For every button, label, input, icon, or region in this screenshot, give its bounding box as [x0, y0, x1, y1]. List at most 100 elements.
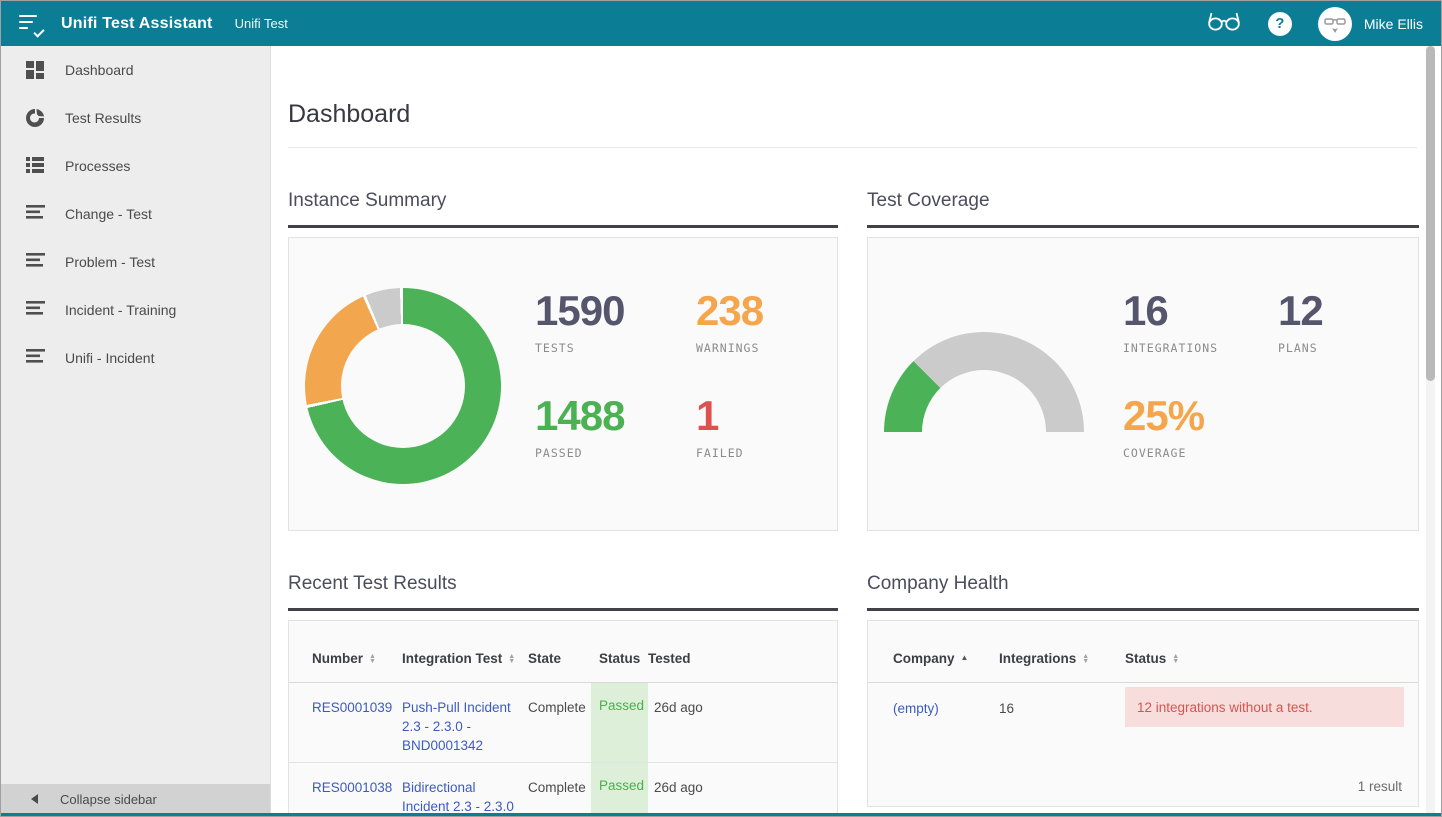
sort-icon[interactable]: ▲▼ [369, 654, 376, 664]
column-header-number[interactable]: Number ▲▼ [312, 651, 402, 666]
glasses-icon[interactable] [1206, 10, 1242, 37]
app-title: Unifi Test Assistant [61, 15, 213, 33]
sidebar-item-problem-test[interactable]: Problem - Test [1, 238, 270, 286]
column-header-company[interactable]: Company ▲ [893, 651, 999, 666]
column-header-tested[interactable]: Tested [648, 651, 704, 666]
app-subtitle: Unifi Test [235, 16, 288, 31]
menu-check-icon[interactable] [19, 13, 45, 35]
dashboard-icon [26, 61, 46, 79]
stat-value: 1488 [535, 393, 696, 439]
section-title: Company Health [867, 573, 1419, 595]
section-rule [867, 608, 1419, 611]
result-number-link[interactable]: RES0001038 [312, 780, 392, 795]
column-header-label: Status [599, 651, 640, 666]
stat-value: 1590 [535, 288, 696, 334]
list-icon [26, 157, 46, 175]
instance-summary-card: 1590 TESTS 238 WARNINGS 1488 PASSED 1 [288, 237, 838, 531]
test-coverage-section: Test Coverage 16 INTEGRATIONS 12 PLANS [867, 148, 1419, 531]
tested-cell: 26d ago [648, 683, 704, 762]
sort-icon[interactable]: ▲▼ [1082, 654, 1089, 664]
vertical-scrollbar[interactable] [1426, 46, 1435, 816]
test-coverage-card: 16 INTEGRATIONS 12 PLANS 25% COVERAGE [867, 237, 1419, 531]
app-window: Unifi Test Assistant Unifi Test ? [0, 0, 1442, 817]
sort-ascending-icon[interactable]: ▲ [961, 653, 969, 662]
status-cell: Passed [591, 763, 648, 816]
sidebar-item-dashboard[interactable]: Dashboard [1, 46, 270, 94]
column-header-integration-test[interactable]: Integration Test ▲▼ [402, 651, 528, 666]
stat-value: 1 [696, 393, 763, 439]
sort-icon[interactable]: ▲▼ [508, 654, 515, 664]
bottom-accent-strip [1, 813, 1441, 816]
table-row: RES0001038 Bidirectional Incident 2.3 - … [289, 763, 837, 816]
company-health-card: Company ▲ Integrations ▲▼ Status ▲▼ [867, 620, 1419, 807]
section-title: Test Coverage [867, 190, 1419, 212]
sidebar-item-label: Change - Test [65, 206, 152, 222]
sidebar-item-label: Processes [65, 158, 130, 174]
tests-donut-chart [305, 288, 501, 484]
sort-icon[interactable]: ▲▼ [1172, 654, 1179, 664]
main-content: Dashboard Instance Summary 1590 TESTS 23… [271, 46, 1441, 816]
column-header-integrations[interactable]: Integrations ▲▼ [999, 651, 1125, 666]
stat-value: 238 [696, 288, 763, 334]
scrollbar-thumb[interactable] [1426, 46, 1435, 381]
sidebar-item-label: Unifi - Incident [65, 350, 154, 366]
process-lines-icon [26, 253, 46, 271]
column-header-label: State [528, 651, 561, 666]
company-health-section: Company Health Company ▲ Integrations ▲▼ [867, 531, 1419, 816]
stat-label: COVERAGE [1123, 446, 1278, 460]
process-lines-icon [26, 349, 46, 367]
section-rule [288, 225, 838, 228]
instance-summary-section: Instance Summary 1590 TESTS 238 WARNINGS [288, 148, 838, 531]
stat-failed: 1 FAILED [696, 393, 763, 460]
collapse-sidebar-button[interactable]: Collapse sidebar [1, 784, 270, 814]
table-header-row: Number ▲▼ Integration Test ▲▼ State Stat… [289, 621, 837, 683]
sidebar-item-label: Problem - Test [65, 254, 155, 270]
section-title: Instance Summary [288, 190, 838, 212]
column-header-status[interactable]: Status [591, 651, 648, 666]
stat-label: TESTS [535, 341, 696, 355]
integration-test-link[interactable]: Push-Pull Incident 2.3 - 2.3.0 - BND0001… [402, 700, 511, 753]
sidebar: Dashboard Test Results Processes [1, 46, 271, 816]
state-cell: Complete [528, 763, 591, 816]
collapse-arrow-icon [31, 794, 38, 804]
stat-tests: 1590 TESTS [535, 288, 696, 355]
stat-label: WARNINGS [696, 341, 763, 355]
stat-label: FAILED [696, 446, 763, 460]
column-header-label: Integrations [999, 651, 1076, 666]
sidebar-item-processes[interactable]: Processes [1, 142, 270, 190]
process-lines-icon [26, 301, 46, 319]
top-bar: Unifi Test Assistant Unifi Test ? [1, 1, 1441, 46]
column-header-status[interactable]: Status ▲▼ [1125, 651, 1404, 666]
stat-label: PASSED [535, 446, 696, 460]
table-row: RES0001039 Push-Pull Incident 2.3 - 2.3.… [289, 683, 837, 763]
pie-chart-icon [26, 109, 46, 127]
section-title: Recent Test Results [288, 573, 838, 595]
coverage-gauge-wrap [884, 332, 1084, 432]
avatar[interactable] [1318, 7, 1352, 41]
recent-test-results-card: Number ▲▼ Integration Test ▲▼ State Stat… [288, 620, 838, 816]
user-name: Mike Ellis [1364, 16, 1423, 32]
sidebar-item-label: Dashboard [65, 62, 134, 78]
sidebar-item-test-results[interactable]: Test Results [1, 94, 270, 142]
collapse-sidebar-label: Collapse sidebar [60, 792, 157, 807]
sidebar-item-incident-training[interactable]: Incident - Training [1, 286, 270, 334]
sidebar-item-unifi-incident[interactable]: Unifi - Incident [1, 334, 270, 382]
result-number-link[interactable]: RES0001039 [312, 700, 392, 715]
company-link[interactable]: (empty) [893, 701, 939, 716]
stat-warnings: 238 WARNINGS [696, 288, 763, 355]
integration-test-link[interactable]: Bidirectional Incident 2.3 - 2.3.0 [402, 780, 514, 814]
state-cell: Complete [528, 683, 591, 762]
page-title: Dashboard [288, 100, 1417, 129]
column-header-label: Tested [648, 651, 691, 666]
column-header-label: Status [1125, 651, 1166, 666]
stat-value: 12 [1278, 288, 1323, 334]
column-header-state[interactable]: State [528, 651, 591, 666]
table-row: (empty) 16 12 integrations without a tes… [868, 683, 1418, 727]
recent-test-results-section: Recent Test Results Number ▲▼ Integratio… [288, 531, 838, 816]
stat-passed: 1488 PASSED [535, 393, 696, 460]
sidebar-item-change-test[interactable]: Change - Test [1, 190, 270, 238]
health-status-badge: 12 integrations without a test. [1125, 687, 1404, 727]
process-lines-icon [26, 205, 46, 223]
help-icon[interactable]: ? [1268, 12, 1292, 36]
coverage-gauge-chart [884, 332, 1084, 432]
